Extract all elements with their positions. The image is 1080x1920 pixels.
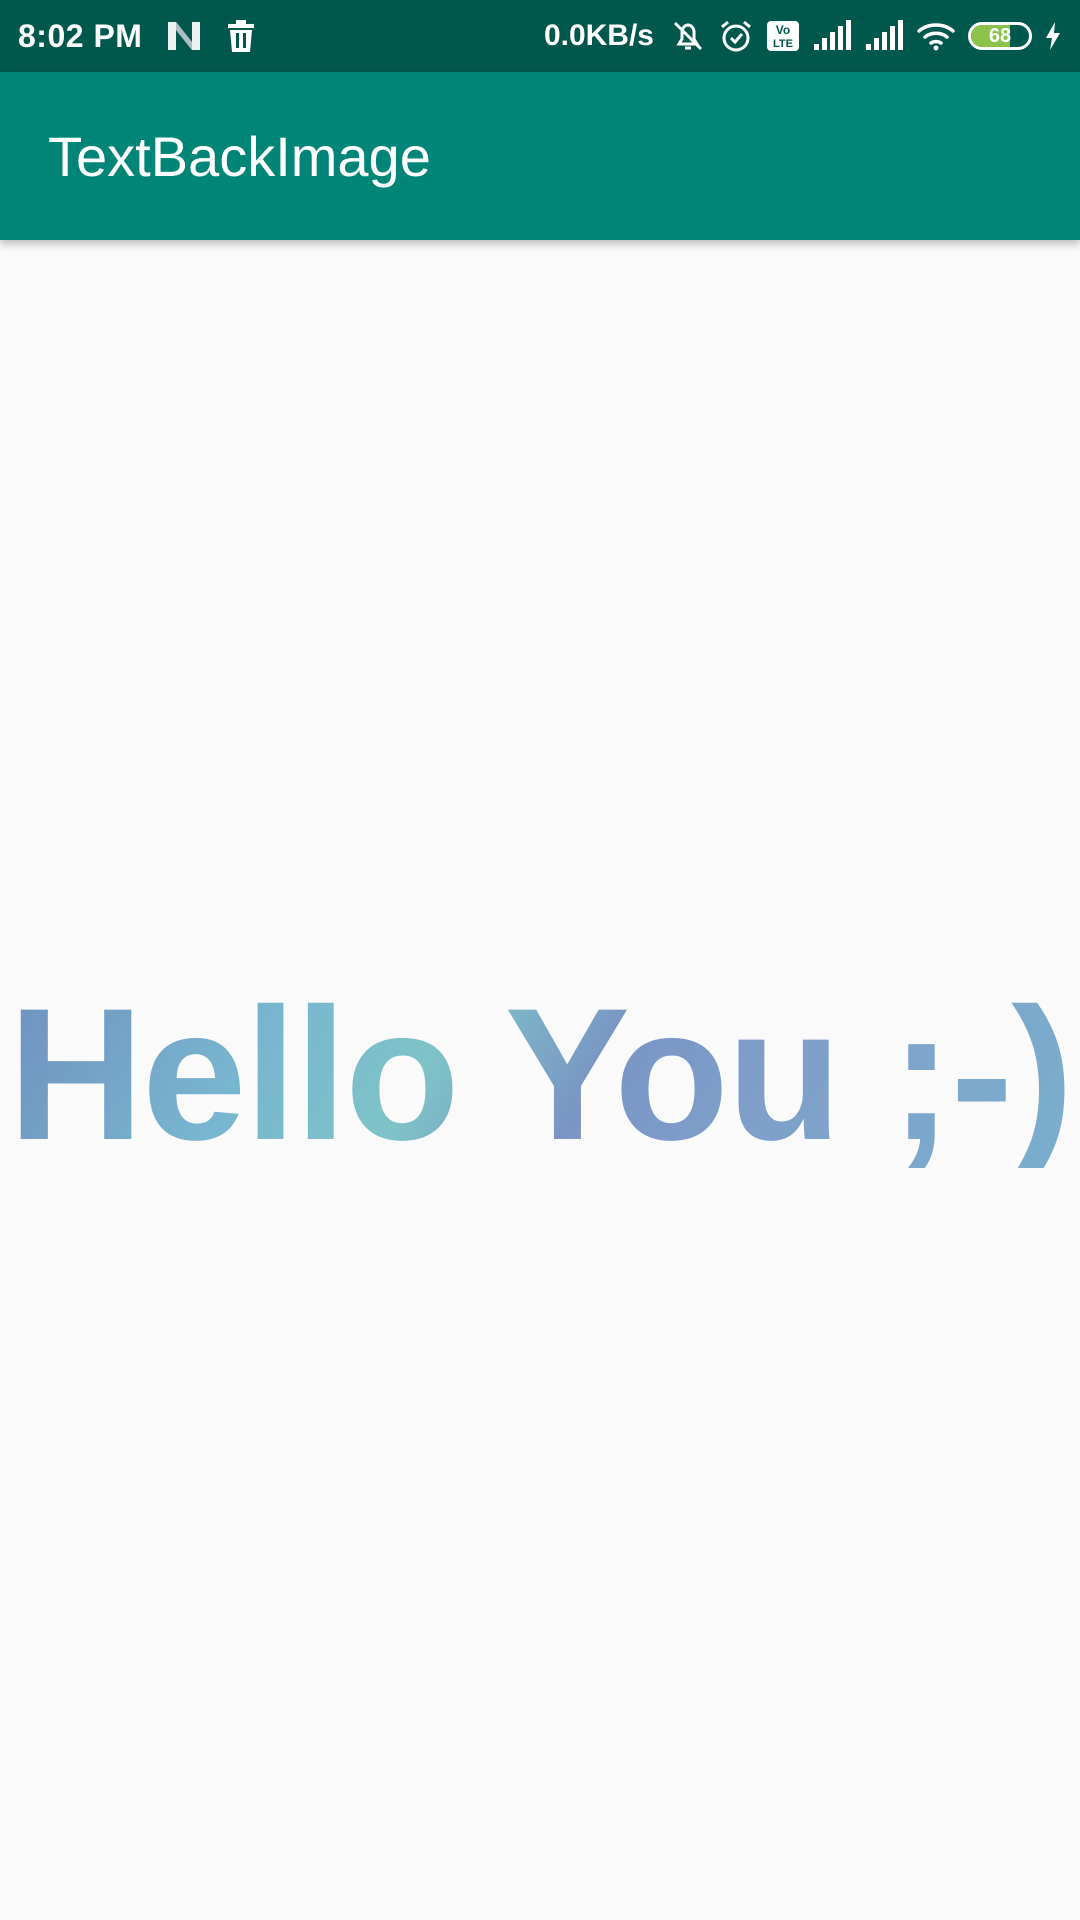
main-content: Hello You ;-): [0, 240, 1080, 1920]
charging-icon: [1044, 21, 1062, 51]
network-speed: 0.0KB/s: [543, 19, 654, 52]
signal-icon: [812, 20, 852, 52]
mute-bell-icon: [670, 18, 706, 54]
image-text: Hello You ;-): [0, 980, 1080, 1168]
status-left: 8:02 PM: [18, 18, 256, 55]
status-bar: 8:02 PM 0.0KB/s Vo LTE 68: [0, 0, 1080, 72]
svg-text:LTE: LTE: [773, 38, 793, 50]
volte-icon: Vo LTE: [766, 20, 800, 52]
app-bar: TextBackImage: [0, 72, 1080, 240]
status-right: 0.0KB/s Vo LTE 68: [544, 18, 1062, 54]
n-logo-icon: [166, 20, 202, 52]
battery-level: 68: [988, 24, 1012, 47]
signal-icon: [864, 20, 904, 52]
wifi-icon: [916, 20, 956, 52]
svg-text:Vo: Vo: [776, 23, 790, 37]
app-title: TextBackImage: [48, 124, 431, 188]
battery-icon: 68: [968, 22, 1032, 50]
status-time: 8:02 PM: [18, 17, 143, 54]
trash-icon: [226, 19, 256, 53]
alarm-icon: [718, 18, 754, 54]
